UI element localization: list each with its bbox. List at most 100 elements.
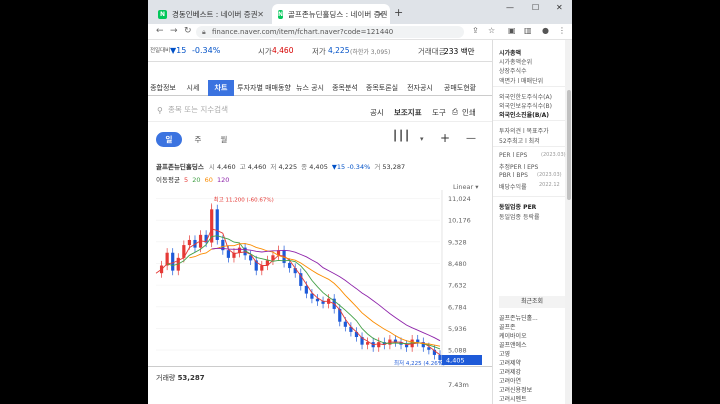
nav-tab-4[interactable]: 뉴스 공시 bbox=[294, 80, 326, 96]
scrollbar-thumb[interactable] bbox=[567, 90, 571, 200]
link-tools[interactable]: 도구 bbox=[432, 107, 446, 118]
link-disclosure[interactable]: 공시 bbox=[370, 107, 384, 118]
price-chart[interactable]: 11,024 10,176 9,328 8,480 7,632 6,784 5,936 5,0… bbox=[148, 190, 492, 366]
current-price-label: 4,405 bbox=[446, 357, 465, 365]
side-separator bbox=[493, 146, 565, 147]
side-item-9: PER l EPS bbox=[499, 152, 528, 159]
recent-item-8[interactable]: 고려신용정보 bbox=[499, 385, 532, 394]
recent-item-4[interactable]: 고영 bbox=[499, 349, 510, 358]
menu-dots-icon[interactable]: ⋮ bbox=[558, 26, 566, 35]
candle-body bbox=[171, 252, 175, 271]
tab-inactive[interactable]: N 경동인베스트 : 네이버 증권 ✕ bbox=[152, 4, 270, 24]
bookmark-star-icon[interactable]: ☆ bbox=[488, 26, 495, 35]
tab-active-title: 골프존뉴딘홀딩스 : 네이버 증권 bbox=[288, 9, 388, 19]
nav-tab-2[interactable]: 차트 bbox=[208, 80, 234, 96]
period-week-button[interactable]: 주 bbox=[188, 132, 208, 147]
candlestick-icon[interactable]: ┃┃┃ bbox=[392, 131, 410, 142]
share-icon[interactable]: ⇪ bbox=[472, 26, 479, 35]
moving-average-legend: 이동평균 5 20 60 120 bbox=[156, 174, 229, 184]
zoom-in-button[interactable]: + bbox=[440, 131, 450, 145]
forward-icon[interactable]: → bbox=[170, 26, 178, 36]
side-item-4: 외국인한도주식수(A) bbox=[499, 94, 552, 101]
candle-body bbox=[304, 285, 308, 294]
recent-item-0[interactable]: 골프존뉴딘홀... bbox=[499, 313, 538, 322]
nav-tab-3[interactable]: 투자자별 매매동향 bbox=[236, 80, 292, 96]
back-icon[interactable]: ← bbox=[156, 26, 164, 36]
recent-item-3[interactable]: 골프앤에스 bbox=[499, 340, 527, 349]
nav-tab-6[interactable]: 종목토론실 bbox=[364, 80, 400, 96]
nav-tab-0[interactable]: 종합정보 bbox=[148, 80, 178, 96]
address-bar-row: ← → ↻ 🔒︎ finance.naver.com/item/fchart.n… bbox=[148, 24, 572, 40]
y-tick-label: 5,088 bbox=[448, 347, 467, 355]
nav-tab-5[interactable]: 종목분석 bbox=[328, 80, 362, 96]
info-open: 4,460 bbox=[216, 163, 236, 171]
nav-tab-8[interactable]: 공매도현황 bbox=[440, 80, 480, 96]
profile-avatar-icon[interactable]: ● bbox=[542, 26, 549, 35]
info-close-label: 종 bbox=[301, 163, 308, 171]
tab-close-icon[interactable]: ✕ bbox=[377, 10, 384, 19]
max-annotation: 최고 11,200 (-60.67%) bbox=[214, 195, 274, 203]
ma-20-line bbox=[166, 235, 441, 350]
ma-label: 이동평균 bbox=[156, 176, 180, 184]
extension-icon[interactable]: ▣ bbox=[508, 26, 516, 35]
print-icon[interactable]: ⎙ bbox=[452, 107, 458, 117]
browser-window: N 경동인베스트 : 네이버 증권 ✕ N 골프존뉴딘홀딩스 : 네이버 증권 … bbox=[148, 0, 572, 404]
info-volume-label: 거 bbox=[374, 163, 381, 171]
candle-body bbox=[438, 354, 442, 360]
ma-5-line bbox=[155, 228, 441, 356]
y-tick-label: 6,784 bbox=[448, 303, 467, 311]
recent-item-5[interactable]: 고려제약 bbox=[499, 358, 521, 367]
scrollbar[interactable] bbox=[565, 40, 572, 404]
amount-value: 233 백만 bbox=[444, 47, 475, 56]
tab-close-icon[interactable]: ✕ bbox=[257, 10, 264, 19]
stock-search-input[interactable] bbox=[168, 105, 348, 114]
lock-icon: 🔒︎ bbox=[202, 28, 206, 36]
y-tick-label: 11,024 bbox=[448, 195, 471, 203]
candle-body bbox=[288, 262, 292, 269]
recent-item-6[interactable]: 고려제강 bbox=[499, 367, 521, 376]
change-percent: -0.34% bbox=[192, 46, 221, 55]
y-tick-label: 7,632 bbox=[448, 282, 467, 290]
low-value: 4,225 bbox=[328, 46, 350, 55]
period-day-button[interactable]: 일 bbox=[156, 132, 182, 147]
link-print[interactable]: 인쇄 bbox=[462, 107, 476, 118]
info-low: 4,225 bbox=[278, 163, 298, 171]
recent-item-9[interactable]: 고려시멘트 bbox=[499, 394, 527, 403]
recent-views-header[interactable]: 최근조회 bbox=[499, 296, 565, 308]
tab-inactive-title: 경동인베스트 : 네이버 증권 bbox=[172, 9, 258, 19]
side-item-6: 외국인소진율(B/A) bbox=[499, 112, 550, 119]
sidebar-icon[interactable]: ▥ bbox=[524, 26, 532, 35]
reload-icon[interactable]: ↻ bbox=[184, 26, 192, 36]
y-tick-label: 10,176 bbox=[448, 217, 471, 225]
nav-tab-1[interactable]: 시세 bbox=[180, 80, 206, 96]
side-item-10: 추정PER l EPS bbox=[499, 164, 539, 171]
recent-item-2[interactable]: 케이바이오 bbox=[499, 331, 527, 340]
recent-item-1[interactable]: 골프존 bbox=[499, 322, 516, 331]
maximize-button[interactable]: ☐ bbox=[532, 3, 539, 12]
tab-active[interactable]: N 골프존뉴딘홀딩스 : 네이버 증권 ✕ bbox=[272, 4, 390, 24]
side-item-12: 배당수익률 bbox=[499, 184, 527, 191]
change-amount: ▼15 bbox=[170, 46, 187, 55]
candle-body bbox=[260, 265, 264, 271]
stock-summary-bar: 전일대비 ▼15 -0.34% 시가 4,460 저가 4,225 (하한가 3… bbox=[148, 40, 492, 62]
search-row: ⚲ 공시 보조지표 도구 ⎙ 인쇄 bbox=[148, 100, 492, 122]
open-value: 4,460 bbox=[272, 46, 294, 55]
nav-tab-7[interactable]: 전자공시 bbox=[402, 80, 438, 96]
naver-favicon: N bbox=[158, 9, 167, 19]
close-window-button[interactable]: ✕ bbox=[556, 3, 563, 12]
period-month-button[interactable]: 월 bbox=[214, 132, 234, 147]
ohlc-info: 골프존뉴딘홀딩스 시 4,460 고 4,460 저 4,225 종 4,405… bbox=[156, 161, 405, 171]
link-indicators[interactable]: 보조지표 bbox=[394, 107, 422, 118]
side-item-5: 외국인보유주식수(B) bbox=[499, 103, 552, 110]
zoom-out-button[interactable]: — bbox=[466, 133, 476, 144]
y-tick-label: 5,936 bbox=[448, 325, 467, 333]
new-tab-button[interactable]: + bbox=[394, 6, 403, 19]
volume-value: 53,287 bbox=[177, 374, 205, 382]
info-high: 4,460 bbox=[247, 163, 267, 171]
recent-item-7[interactable]: 고려아연 bbox=[499, 376, 521, 385]
info-open-label: 시 bbox=[208, 163, 215, 171]
minimize-button[interactable]: — bbox=[506, 3, 514, 12]
url-field[interactable]: 🔒︎ finance.naver.com/item/fchart.naver?c… bbox=[196, 26, 464, 38]
chevron-down-icon[interactable]: ▾ bbox=[420, 135, 424, 143]
side-item-7: 투자의견 l 목표주가 bbox=[499, 128, 549, 135]
